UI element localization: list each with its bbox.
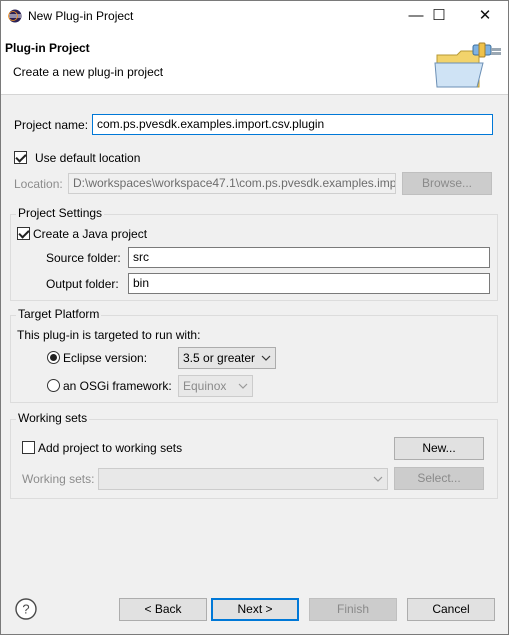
wizard-banner: Plug-in Project Create a new plug-in pro… — [1, 31, 508, 95]
select-working-sets-button[interactable]: Select... — [394, 467, 484, 490]
chevron-down-icon — [238, 383, 248, 389]
location-input[interactable]: D:\workspaces\workspace47.1\com.ps.pvesd… — [68, 173, 396, 194]
osgi-framework-label: an OSGi framework: — [63, 379, 172, 393]
target-platform-intro: This plug-in is targeted to run with: — [17, 328, 201, 342]
svg-text:?: ? — [22, 602, 29, 617]
add-to-working-sets-label: Add project to working sets — [38, 441, 183, 455]
working-sets-label: Working sets: — [22, 472, 95, 486]
next-button[interactable]: Next > — [211, 598, 299, 621]
window-title: New Plug-in Project — [28, 9, 134, 23]
maximize-icon: ☐ — [432, 7, 446, 24]
maximize-button[interactable]: ☐ — [416, 1, 462, 31]
chevron-down-icon — [373, 476, 383, 482]
osgi-framework-select[interactable]: Equinox — [178, 375, 253, 397]
eclipse-icon — [8, 9, 22, 23]
title-bar: New Plug-in Project — ☐ ✕ — [1, 1, 508, 31]
project-name-label: Project name: — [14, 118, 89, 132]
working-sets-title: Working sets — [16, 411, 90, 425]
source-folder-label: Source folder: — [46, 251, 121, 265]
project-settings-title: Project Settings — [16, 206, 105, 220]
plugin-folder-icon — [434, 42, 501, 88]
source-folder-input[interactable]: src — [128, 247, 490, 268]
browse-button[interactable]: Browse... — [402, 172, 492, 195]
eclipse-version-select[interactable]: 3.5 or greater — [178, 347, 276, 369]
project-name-input[interactable]: com.ps.pvesdk.examples.import.csv.plugin — [92, 114, 493, 135]
eclipse-version-radio[interactable] — [47, 351, 60, 364]
create-java-project-checkbox[interactable] — [17, 227, 30, 240]
location-label: Location: — [14, 177, 63, 191]
page-title: Plug-in Project — [5, 41, 90, 55]
close-icon: ✕ — [478, 7, 492, 24]
new-working-set-button[interactable]: New... — [394, 437, 484, 460]
close-button[interactable]: ✕ — [462, 1, 508, 31]
add-to-working-sets-checkbox[interactable] — [22, 441, 35, 454]
page-subtitle: Create a new plug-in project — [13, 65, 164, 79]
help-icon[interactable]: ? — [15, 598, 37, 620]
eclipse-version-label: Eclipse version: — [63, 351, 148, 365]
osgi-framework-radio[interactable] — [47, 379, 60, 392]
cancel-button[interactable]: Cancel — [407, 598, 495, 621]
use-default-location-label: Use default location — [35, 151, 141, 165]
back-button[interactable]: < Back — [119, 598, 207, 621]
eclipse-version-value: 3.5 or greater — [183, 351, 256, 365]
use-default-location-checkbox[interactable] — [14, 151, 27, 164]
output-folder-input[interactable]: bin — [128, 273, 490, 294]
new-plugin-project-dialog: New Plug-in Project — ☐ ✕ Plug-in Projec… — [0, 0, 509, 635]
output-folder-label: Output folder: — [46, 277, 119, 291]
chevron-down-icon — [261, 355, 271, 361]
create-java-project-label: Create a Java project — [33, 227, 148, 241]
finish-button[interactable]: Finish — [309, 598, 397, 621]
osgi-framework-value: Equinox — [183, 379, 227, 393]
working-sets-select[interactable] — [98, 468, 388, 490]
target-platform-title: Target Platform — [16, 307, 102, 321]
